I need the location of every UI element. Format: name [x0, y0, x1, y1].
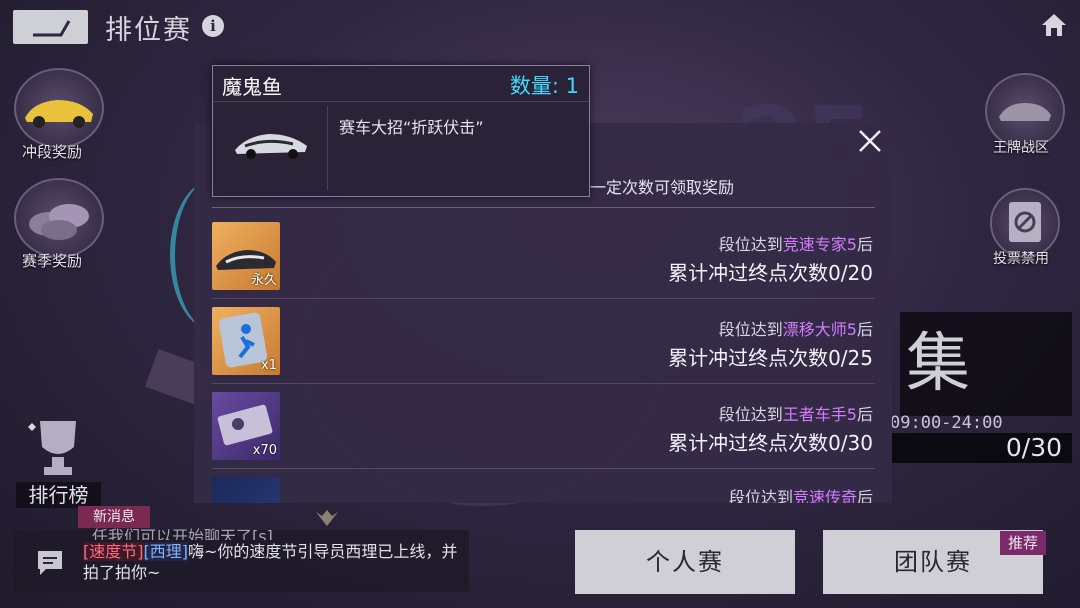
modal-divider	[212, 207, 875, 208]
reward-requirement: 段位达到竞速传奇后	[729, 484, 873, 503]
rank-name: 竞速专家5	[782, 235, 857, 254]
reward-row: x1 段位达到漂移大师5后 累计冲过终点次数0/25	[212, 298, 875, 384]
mode-title-char: 集	[906, 327, 970, 401]
chat-icon[interactable]	[22, 541, 76, 585]
home-icon[interactable]	[1040, 12, 1068, 42]
new-message-tag: 新消息	[78, 506, 150, 528]
chat-message: [速度节][西理]嗨~你的速度节引导员西理已上线，并拍了拍你~	[83, 542, 458, 582]
season-reward-button[interactable]	[14, 178, 104, 258]
reward-row: 永久 段位达到竞速专家5后 累计冲过终点次数0/20	[212, 213, 875, 299]
mode-title-panel: 集	[900, 312, 1072, 416]
reward-row: x70 段位达到王者车手5后 累计冲过终点次数0/30	[212, 383, 875, 469]
rank-name: 竞速传奇	[792, 488, 857, 503]
channel-tag: [速度节]	[83, 542, 144, 561]
recommend-tag: 推荐	[1000, 531, 1046, 555]
reward-requirement: 段位达到竞速专家5后	[718, 235, 873, 254]
close-icon[interactable]	[852, 125, 888, 159]
sender-tag: [西理]	[143, 542, 188, 561]
progress-count: 0/30	[1005, 433, 1062, 462]
back-button[interactable]	[13, 10, 88, 44]
reward-list[interactable]: 永久 段位达到竞速专家5后 累计冲过终点次数0/20 x1 段位达到漂移大师5后…	[212, 213, 875, 503]
page-title: 排位赛	[105, 15, 192, 46]
item-tooltip: 魔鬼鱼 数量: 1 赛车大招“折跃伏击”	[212, 65, 590, 197]
side-label-vote-ban: 投票禁用	[993, 251, 1049, 267]
finish-count: 累计冲过终点次数0/20	[668, 261, 873, 285]
side-label-season-reward: 赛季奖励	[22, 252, 83, 270]
action-card-thumb[interactable]: x1	[212, 307, 280, 375]
reward-requirement: 段位达到漂移大师5后	[718, 320, 873, 339]
side-label-leaderboard: 排行榜	[16, 482, 101, 508]
open-time: 09:00-24:00	[890, 413, 1003, 433]
finish-count: 累计冲过终点次数0/30	[668, 431, 873, 455]
tooltip-divider	[213, 101, 589, 102]
ban-card-icon	[1009, 202, 1041, 242]
side-label-rank-up-reward: 冲段奖励	[22, 143, 83, 161]
ticket-reward-thumb[interactable]: x70	[212, 392, 280, 460]
finish-count: 累计冲过终点次数0/25	[668, 346, 873, 370]
solo-match-button[interactable]: 个人赛	[575, 530, 795, 594]
item-quantity: 数量: 1	[509, 74, 579, 98]
reward-row: 段位达到竞速传奇后	[212, 468, 875, 503]
back-arrow-icon	[33, 20, 71, 37]
coin-stack-icon	[29, 204, 89, 240]
info-icon[interactable]: i	[202, 15, 224, 37]
trophy-icon	[28, 421, 76, 475]
thumb-quantity: x70	[252, 443, 277, 458]
modal-hint: 一定次数可领取奖励	[590, 178, 735, 197]
side-label-ace-zone: 王牌战区	[993, 140, 1049, 156]
rank-name: 王者车手5	[782, 405, 857, 424]
reward-thumb[interactable]	[212, 477, 280, 503]
tooltip-divider	[327, 106, 328, 190]
rank-up-reward-button[interactable]	[14, 68, 104, 148]
race-car-icon	[25, 100, 93, 128]
rank-emblem-small	[314, 508, 340, 528]
ace-car-icon	[999, 103, 1051, 121]
thumb-quantity: x1	[261, 358, 277, 373]
progress-panel: 0/30	[892, 433, 1072, 463]
car-reward-thumb[interactable]: 永久	[212, 222, 280, 290]
item-image	[231, 118, 311, 172]
race-car-icon	[235, 134, 307, 159]
item-description: 赛车大招“折跃伏击”	[339, 118, 484, 137]
item-name: 魔鬼鱼	[222, 75, 282, 99]
rank-name: 漂移大师5	[782, 320, 857, 339]
thumb-quantity: 永久	[250, 273, 277, 288]
chat-previous-line: 任我们可以开始聊天了[s]	[92, 527, 273, 540]
reward-requirement: 段位达到王者车手5后	[718, 405, 873, 424]
